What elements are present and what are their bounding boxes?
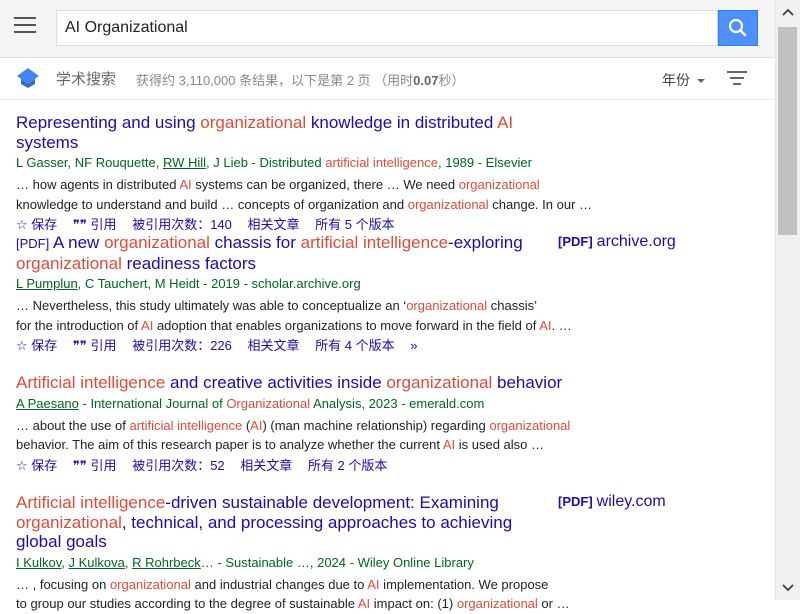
scrollbar-thumb[interactable]	[778, 27, 797, 235]
cite-button[interactable]: ❞❞ 引用	[73, 458, 117, 473]
search-icon	[728, 18, 747, 37]
result-title-link[interactable]: Representing and using organizational kn…	[16, 113, 513, 152]
related-articles-link[interactable]: 相关文章	[248, 217, 300, 232]
result-actions: ☆ 保存 ❞❞ 引用 被引用次数：226 相关文章 所有 4 个版本 »	[16, 336, 572, 356]
result-snippet: … about the use of artificial intelligen…	[16, 417, 571, 453]
result-authors: I Kulkov, J Kulkova, R Rohrbeck… - Susta…	[16, 554, 474, 570]
pdf-side-link[interactable]: [PDF] wiley.com	[558, 493, 666, 511]
author-link[interactable]: RW Hill	[163, 155, 206, 170]
author-link[interactable]: R Rohrbeck	[132, 555, 201, 570]
result-title: Artificial intelligence and creative act…	[16, 373, 616, 393]
pdf-side-link[interactable]: [PDF] archive.org	[558, 233, 676, 251]
result-snippet: … , focusing on organizational and indus…	[16, 576, 570, 612]
result-authors: L Gasser, NF Rouquette, RW Hill, J Lieb …	[16, 155, 532, 170]
top-bar	[0, 0, 775, 58]
quote-icon: ❞❞	[72, 217, 87, 232]
related-articles-link[interactable]: 相关文章	[240, 458, 292, 473]
all-versions-link[interactable]: 所有 4 个版本	[315, 338, 394, 353]
save-button[interactable]: ☆ 保存	[16, 338, 57, 353]
author-link[interactable]: L Pumplun	[16, 276, 78, 291]
search-box	[56, 10, 718, 46]
save-button[interactable]: ☆ 保存	[16, 458, 57, 473]
cited-by-link[interactable]: 被引用次数：52	[132, 458, 224, 473]
result-title-link[interactable]: Artificial intelligence-driven sustainab…	[16, 493, 512, 551]
result-title-link[interactable]: A new organizational chassis for artific…	[16, 233, 523, 273]
scroll-up-arrow-icon[interactable]	[776, 0, 800, 24]
result-title: Artificial intelligence-driven sustainab…	[16, 493, 546, 552]
author-link[interactable]: A Paesano	[16, 396, 79, 411]
cite-button[interactable]: ❞❞ 引用	[73, 338, 117, 353]
pdf-tag: [PDF]	[16, 236, 50, 251]
result-item: Representing and using organizational kn…	[16, 113, 592, 235]
cite-button[interactable]: ❞❞ 引用	[73, 217, 117, 232]
all-versions-link[interactable]: 所有 5 个版本	[315, 217, 394, 232]
result-actions: ☆ 保存 ❞❞ 引用 被引用次数：52 相关文章 所有 2 个版本	[16, 456, 616, 476]
result-title: Representing and using organizational kn…	[16, 113, 546, 152]
author-link[interactable]: I Kulkov	[16, 555, 61, 570]
caret-down-icon	[697, 79, 705, 84]
result-snippet: … Nevertheless, this study ultimately wa…	[16, 298, 572, 333]
cited-by-link[interactable]: 被引用次数：140	[132, 217, 232, 232]
scroll-down-arrow-icon[interactable]	[776, 576, 800, 600]
hamburger-menu-icon[interactable]	[14, 17, 36, 35]
author-link[interactable]: J Kulkova	[69, 555, 125, 570]
scholar-logo-icon[interactable]	[17, 68, 39, 88]
brand-label[interactable]: 学术搜索	[56, 68, 116, 89]
sub-bar: 学术搜索 获得约 3,110,000 条结果，以下是第 2 页 （用时0.07秒…	[0, 58, 775, 100]
all-versions-link[interactable]: 所有 2 个版本	[308, 458, 387, 473]
quote-icon: ❞❞	[72, 338, 87, 353]
result-item: Artificial intelligence and creative act…	[16, 373, 616, 476]
cited-by-link[interactable]: 被引用次数：226	[132, 338, 232, 353]
result-item: [PDF] A new organizational chassis for a…	[16, 233, 572, 356]
more-options-icon[interactable]: »	[410, 338, 417, 353]
search-button[interactable]	[718, 10, 758, 46]
related-articles-link[interactable]: 相关文章	[248, 338, 300, 353]
save-button[interactable]: ☆ 保存	[16, 217, 57, 232]
quote-icon: ❞❞	[72, 457, 87, 473]
result-actions: ☆ 保存 ❞❞ 引用 被引用次数：140 相关文章 所有 5 个版本	[16, 215, 592, 235]
result-authors: L Pumplun, C Tauchert, M Heidt - 2019 - …	[16, 276, 361, 291]
result-title: [PDF] A new organizational chassis for a…	[16, 233, 546, 273]
result-item: Artificial intelligence-driven sustainab…	[16, 493, 570, 614]
year-filter-dropdown[interactable]: 年份	[662, 70, 705, 90]
result-title-link[interactable]: Artificial intelligence and creative act…	[16, 373, 562, 392]
result-stats: 获得约 3,110,000 条结果，以下是第 2 页 （用时0.07秒）	[136, 73, 465, 88]
result-authors: A Paesano - International Journal of Org…	[16, 395, 485, 411]
filter-lines-icon[interactable]	[727, 71, 747, 87]
search-input[interactable]	[57, 11, 717, 45]
vertical-scrollbar[interactable]	[775, 0, 800, 600]
result-snippet: … how agents in distributed AI systems c…	[16, 177, 593, 212]
